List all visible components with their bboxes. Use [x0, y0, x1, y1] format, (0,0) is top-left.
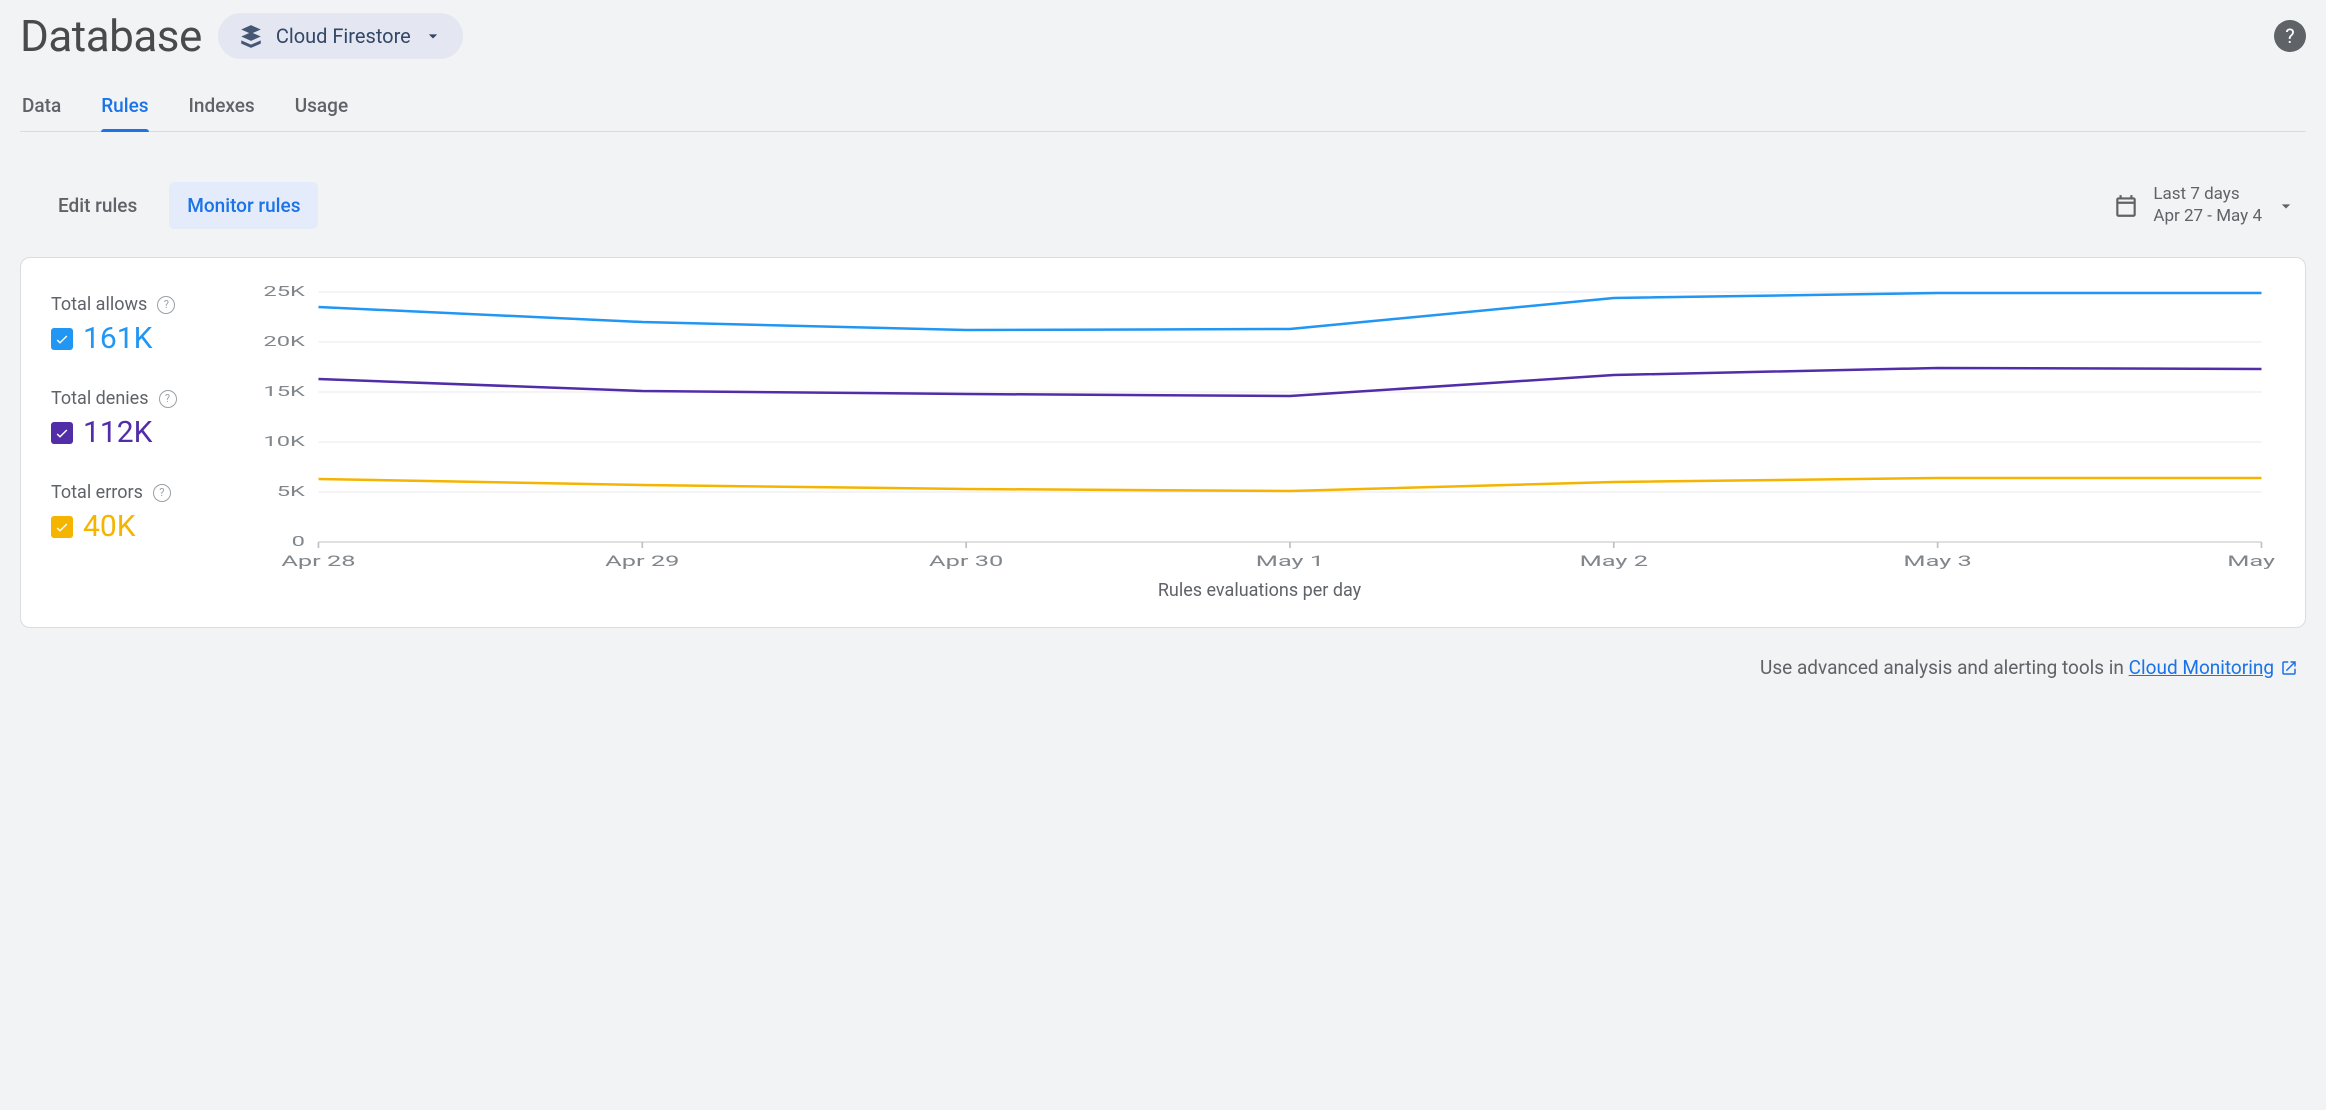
date-range-label: Last 7 days: [2153, 184, 2262, 205]
rules-subtabs: Edit rules Monitor rules: [40, 182, 318, 229]
info-icon[interactable]: ?: [153, 484, 171, 502]
tab-data[interactable]: Data: [22, 86, 61, 131]
legend-allows-label: Total allows: [51, 294, 147, 315]
svg-text:0: 0: [292, 533, 305, 550]
legend-errors-value: 40K: [83, 509, 136, 544]
subtab-edit-rules[interactable]: Edit rules: [40, 182, 155, 229]
tab-rules[interactable]: Rules: [101, 86, 148, 131]
svg-text:10K: 10K: [263, 433, 305, 450]
subtab-monitor-rules[interactable]: Monitor rules: [169, 182, 318, 229]
database-selector-label: Cloud Firestore: [276, 24, 411, 48]
svg-text:5K: 5K: [277, 483, 306, 500]
footer-note: Use advanced analysis and alerting tools…: [20, 656, 2306, 679]
date-range-value: Apr 27 - May 4: [2153, 206, 2262, 227]
info-icon[interactable]: ?: [159, 390, 177, 408]
svg-text:May 4: May 4: [2227, 553, 2275, 570]
page-title: Database: [20, 10, 202, 62]
chart-legend: Total allows ? 161K Total denies ?: [51, 286, 226, 601]
legend-allows-checkbox[interactable]: [51, 328, 73, 350]
footer-prefix: Use advanced analysis and alerting tools…: [1760, 656, 2129, 679]
help-button[interactable]: ?: [2274, 20, 2306, 52]
legend-item-allows: Total allows ? 161K: [51, 294, 226, 356]
legend-item-denies: Total denies ? 112K: [51, 388, 226, 450]
info-icon[interactable]: ?: [157, 296, 175, 314]
primary-tabs: Data Rules Indexes Usage: [20, 86, 2306, 132]
calendar-icon: [2113, 193, 2139, 219]
legend-allows-value: 161K: [83, 321, 152, 356]
chevron-down-icon: [2276, 196, 2296, 216]
legend-errors-checkbox[interactable]: [51, 516, 73, 538]
open-in-new-icon: [2280, 659, 2298, 677]
rules-evaluations-chart: 0 5K 10K 15K 20K 25K Apr 28 Apr 29 Apr 30 May 1 Ma…: [244, 286, 2275, 601]
svg-text:May 1: May 1: [1256, 553, 1324, 570]
rules-evaluations-card: Total allows ? 161K Total denies ?: [20, 257, 2306, 628]
database-selector[interactable]: Cloud Firestore: [218, 13, 463, 59]
svg-text:25K: 25K: [263, 286, 305, 300]
firestore-icon: [238, 23, 264, 49]
svg-text:Apr 30: Apr 30: [929, 553, 1003, 570]
check-icon: [54, 519, 70, 535]
check-icon: [54, 331, 70, 347]
legend-item-errors: Total errors ? 40K: [51, 482, 226, 544]
svg-text:20K: 20K: [263, 333, 305, 350]
date-range-picker[interactable]: Last 7 days Apr 27 - May 4: [2113, 184, 2296, 227]
legend-denies-checkbox[interactable]: [51, 422, 73, 444]
legend-denies-value: 112K: [83, 415, 152, 450]
tab-usage[interactable]: Usage: [295, 86, 348, 131]
cloud-monitoring-link[interactable]: Cloud Monitoring: [2129, 656, 2298, 679]
legend-errors-label: Total errors: [51, 482, 143, 503]
chart-x-label: Rules evaluations per day: [244, 580, 2275, 601]
svg-text:15K: 15K: [263, 383, 305, 400]
legend-denies-label: Total denies: [51, 388, 149, 409]
svg-text:Apr 28: Apr 28: [281, 553, 355, 570]
svg-text:May 2: May 2: [1580, 553, 1648, 570]
svg-text:Apr 29: Apr 29: [605, 553, 679, 570]
tab-indexes[interactable]: Indexes: [189, 86, 255, 131]
chevron-down-icon: [423, 26, 443, 46]
help-icon: ?: [2285, 24, 2294, 48]
check-icon: [54, 425, 70, 441]
svg-text:May 3: May 3: [1903, 553, 1971, 570]
